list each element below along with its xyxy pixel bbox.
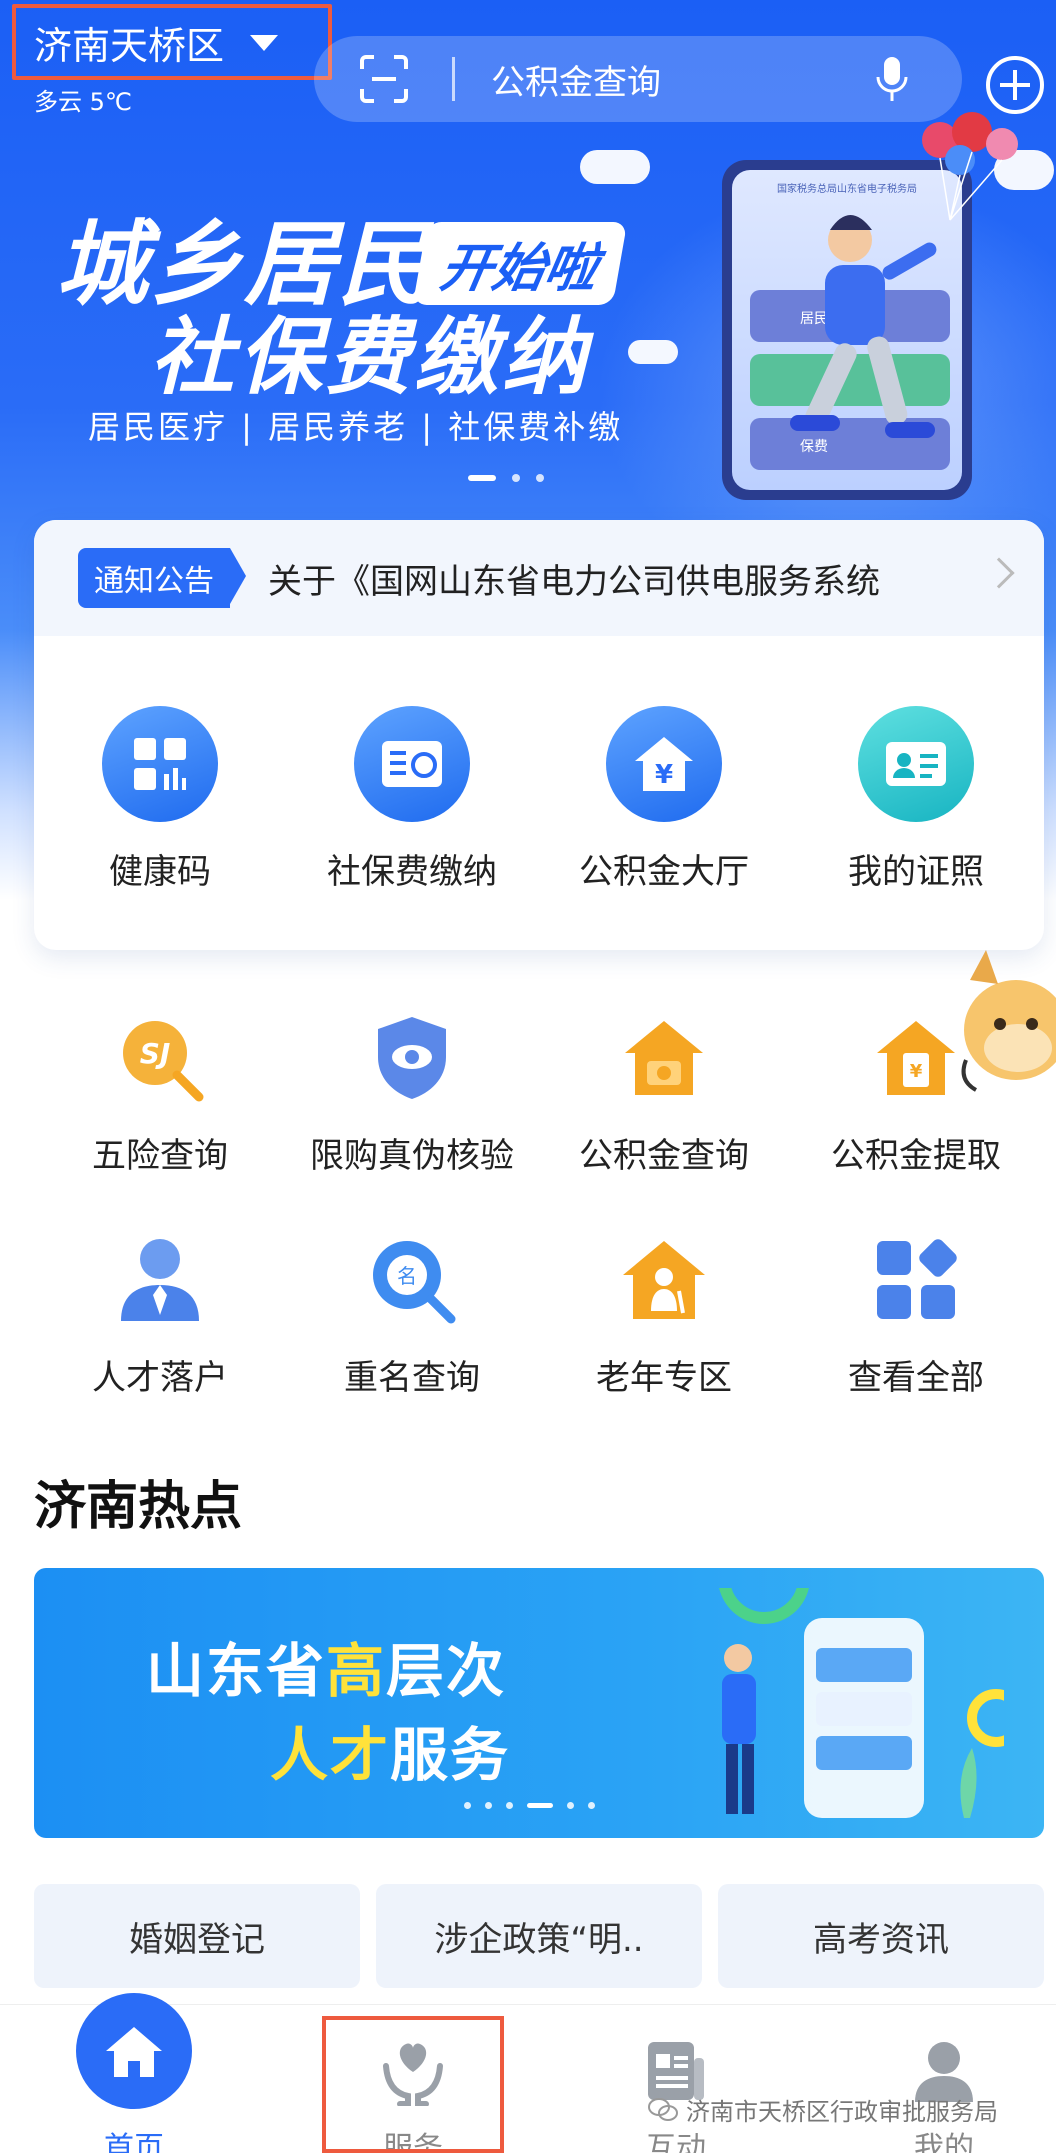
notice-tag: 通知公告	[78, 548, 246, 608]
social-security-card-icon	[354, 706, 470, 822]
service-label: 公积金提取	[831, 1136, 1001, 1176]
pager-dot[interactable]	[536, 474, 544, 482]
hot-banner-text: 层次	[386, 1637, 507, 1705]
services-row-3: 人才落户 名 重名查询 老年专区 查看全部	[34, 1232, 1042, 1399]
pager-dot[interactable]	[464, 1802, 471, 1809]
elderly-house-icon	[616, 1232, 712, 1328]
svg-text:¥: ¥	[910, 1061, 923, 1082]
tab-label: 我的	[914, 2131, 974, 2153]
hot-banner[interactable]: 山东省高层次 人才服务	[34, 1568, 1044, 1838]
add-button[interactable]	[986, 56, 1044, 114]
hot-banner-pager[interactable]	[464, 1802, 595, 1809]
service-label: 限购真伪核验	[310, 1136, 514, 1176]
hot-banner-text: 山东省	[146, 1637, 327, 1705]
city-name: 济南天桥区	[34, 23, 225, 68]
wechat-watermark: 济南市天桥区行政审批服务局	[648, 2092, 998, 2127]
cloud-decoration	[580, 150, 650, 184]
search-bar[interactable]: 公积金查询	[314, 36, 962, 122]
service-housing-fund-hall[interactable]: ¥ 公积金大厅	[538, 706, 790, 893]
service-view-all[interactable]: 查看全部	[790, 1232, 1042, 1399]
quick-link-marriage[interactable]: 婚姻登记	[34, 1884, 360, 1988]
hot-banner-highlight: 高	[326, 1637, 387, 1705]
service-purchase-verification[interactable]: 限购真伪核验	[286, 1010, 538, 1177]
banner-subtitle: 居民医疗 | 居民养老 | 社保费补缴	[88, 408, 624, 446]
service-label: 人才落户	[92, 1358, 228, 1398]
services-card: 通知公告 关于《国网山东省电力公司供电服务系统 健康码 社保费缴纳 ¥ 公积金大…	[34, 520, 1044, 950]
services-tab-highlight	[322, 2016, 504, 2153]
service-label: 重名查询	[344, 1358, 480, 1398]
svg-text:名: 名	[397, 1264, 417, 1288]
svg-text:SJ: SJ	[140, 1037, 171, 1070]
pager-dot[interactable]	[512, 474, 520, 482]
tab-label: 首页	[104, 2131, 164, 2153]
all-apps-icon	[868, 1232, 964, 1328]
scan-icon[interactable]	[358, 53, 410, 105]
hot-banner-line1: 山东省高层次	[146, 1624, 506, 1708]
tab-mine[interactable]: 我的	[844, 2005, 1044, 2153]
id-card-icon	[858, 706, 974, 822]
hot-banner-line2: 人才服务	[270, 1708, 510, 1792]
chevron-down-icon	[250, 35, 279, 51]
service-elderly-zone[interactable]: 老年专区	[538, 1232, 790, 1399]
service-label: 老年专区	[596, 1358, 732, 1398]
watermark-text: 济南市天桥区行政审批服务局	[686, 2098, 998, 2126]
phone-person-illustration	[719, 1588, 1004, 1818]
pager-dot-active[interactable]	[527, 1803, 553, 1808]
pager-dot[interactable]	[506, 1802, 513, 1809]
wechat-icon	[648, 2097, 678, 2121]
pager-dot[interactable]	[485, 1802, 492, 1809]
service-label: 查看全部	[848, 1358, 984, 1398]
shield-eye-icon	[364, 1010, 460, 1106]
svg-text:¥: ¥	[655, 760, 673, 790]
service-label: 公积金查询	[579, 1136, 749, 1176]
tab-interaction[interactable]: 互动	[576, 2005, 776, 2153]
name-search-icon: 名	[364, 1232, 460, 1328]
service-label: 健康码	[109, 852, 211, 892]
quick-link-enterprise-policy[interactable]: 涉企政策“明..	[376, 1884, 702, 1988]
service-label: 社保费缴纳	[327, 852, 497, 892]
bottom-tab-bar: 首页 服务 互动 我的	[0, 1993, 1056, 2153]
home-icon	[76, 1993, 192, 2109]
cloud-decoration	[628, 340, 678, 364]
service-social-security-payment[interactable]: 社保费缴纳	[286, 706, 538, 893]
pager-dot[interactable]	[588, 1802, 595, 1809]
service-health-code[interactable]: 健康码	[34, 706, 286, 893]
tab-home[interactable]: 首页	[34, 1993, 234, 2153]
search-input[interactable]: 公积金查询	[491, 55, 874, 104]
service-duplicate-name-query[interactable]: 名 重名查询	[286, 1232, 538, 1399]
services-row-2: SJ 五险查询 限购真伪核验 公积金查询 ¥ 公积金提取	[34, 1010, 1042, 1177]
service-label: 公积金大厅	[579, 852, 749, 892]
hot-banner-highlight: 人才	[270, 1721, 391, 1789]
tab-label: 互动	[646, 2131, 706, 2153]
pager-dot[interactable]	[567, 1802, 574, 1809]
notice-text[interactable]: 关于《国网山东省电力公司供电服务系统	[268, 554, 948, 603]
insurance-search-icon: SJ	[112, 1010, 208, 1106]
service-housing-fund-query[interactable]: 公积金查询	[538, 1010, 790, 1177]
pager-dot-active[interactable]	[468, 475, 496, 481]
banner-pager[interactable]	[468, 474, 544, 482]
main-services: 健康码 社保费缴纳 ¥ 公积金大厅 我的证照	[34, 706, 1042, 893]
house-yuan-icon: ¥	[606, 706, 722, 822]
notice-bar[interactable]: 通知公告 关于《国网山东省电力公司供电服务系统	[34, 520, 1044, 636]
mascot-assistant-icon[interactable]	[946, 940, 1056, 1100]
service-talent-settlement[interactable]: 人才落户	[34, 1232, 286, 1399]
banner-title-line2: 社保费缴纳	[150, 308, 591, 406]
section-title-hot: 济南热点	[34, 1477, 243, 1537]
microphone-icon[interactable]	[874, 55, 910, 103]
fund-house-icon	[616, 1010, 712, 1106]
service-label: 我的证照	[848, 852, 984, 892]
chevron-right-icon[interactable]	[983, 557, 1015, 589]
service-my-certificates[interactable]: 我的证照	[790, 706, 1042, 893]
quick-link-gaokao[interactable]: 高考资讯	[718, 1884, 1044, 1988]
grid-icon	[102, 706, 218, 822]
service-five-insurance-query[interactable]: SJ 五险查询	[34, 1010, 286, 1177]
service-label: 五险查询	[92, 1136, 228, 1176]
weather-info: 多云 5℃	[34, 88, 132, 116]
hot-banner-text: 服务	[390, 1721, 511, 1789]
person-jumping-icon	[790, 215, 937, 438]
balloons-icon	[922, 112, 1018, 221]
search-divider	[452, 57, 455, 101]
city-selector[interactable]: 济南天桥区	[12, 4, 332, 80]
talent-person-icon	[112, 1232, 208, 1328]
